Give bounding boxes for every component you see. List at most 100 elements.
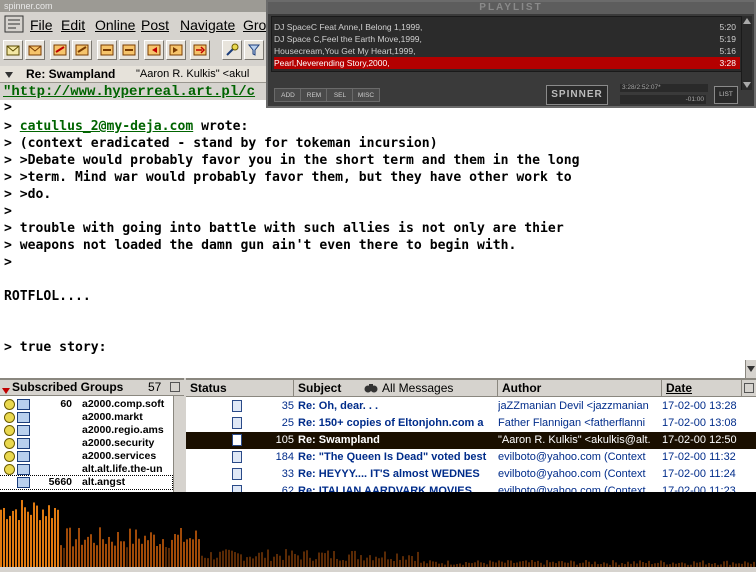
spectrum-bar xyxy=(177,534,179,567)
toolbar-button-5[interactable] xyxy=(97,40,117,60)
spectrum-bar xyxy=(528,562,530,567)
header-subject: Re: Swampland xyxy=(26,67,116,81)
reply-icon xyxy=(75,44,89,56)
playlist-track[interactable]: Housecream,You Get My Heart,1999, 5:16 xyxy=(274,45,740,57)
spectrum-bar xyxy=(738,563,740,567)
toolbar-button-8[interactable] xyxy=(166,40,186,60)
spectrum-bar xyxy=(471,563,473,567)
group-item[interactable]: a2000.services xyxy=(0,450,172,463)
menu-online[interactable]: Online xyxy=(95,17,135,33)
menu-edit[interactable]: Edit xyxy=(61,17,85,33)
collapse-arrow-icon[interactable] xyxy=(2,384,10,394)
column-status[interactable]: Status xyxy=(186,380,294,396)
groups-scrollbar[interactable] xyxy=(173,396,184,492)
spectrum-bar xyxy=(3,507,5,567)
scrollbar-down-arrow[interactable] xyxy=(745,360,756,378)
message-row[interactable]: 33 Re: HEYYY.... IT'S almost WEDNES evilbo… xyxy=(186,466,756,483)
envelope-icon xyxy=(6,45,20,56)
spectrum-bar xyxy=(0,509,2,567)
playlist-select-button[interactable]: SEL xyxy=(326,88,354,102)
menu-post[interactable]: Post xyxy=(141,17,169,33)
toolbar-button-11[interactable] xyxy=(244,40,264,60)
playlist-track[interactable]: DJ SpaceC Feat Anne,I Belong 1,1999, 5:20 xyxy=(274,21,740,33)
playlist-remove-button[interactable]: REM xyxy=(300,88,328,102)
spectrum-bar xyxy=(627,561,629,567)
spectrum-bar xyxy=(246,557,248,567)
binoculars-icon[interactable] xyxy=(364,382,378,394)
group-item[interactable]: alt.alt.life.the-un xyxy=(0,463,172,476)
toolbar-button-1[interactable] xyxy=(3,40,23,60)
message-row[interactable]: 184 Re: "The Queen Is Dead" voted best evi… xyxy=(186,449,756,466)
toolbar-button-10[interactable] xyxy=(222,40,242,60)
panel-menu-icon[interactable] xyxy=(170,382,180,392)
column-date[interactable]: Date xyxy=(662,380,742,396)
spectrum-bar xyxy=(315,559,317,567)
spectrum-bar xyxy=(585,560,587,567)
spectrum-bar xyxy=(654,563,656,567)
spectrum-bar xyxy=(645,563,647,567)
spectrum-bar xyxy=(396,553,398,567)
toolbar-button-2[interactable] xyxy=(25,40,45,60)
toolbar-button-3[interactable] xyxy=(50,40,70,60)
playlist-track[interactable]: DJ Space C,Feel the Earth Move,1999, 5:19 xyxy=(274,33,740,45)
message-row-selected[interactable]: 105 Re: Swampland "Aaron R. Kulkis" <akulk… xyxy=(186,432,756,449)
message-row[interactable]: 35 Re: Oh, dear. . . jaZZmanian Devil <jaz… xyxy=(186,398,756,415)
spectrum-bar xyxy=(465,561,467,567)
spectrum-bar xyxy=(180,527,182,567)
toolbar-button-6[interactable] xyxy=(119,40,139,60)
toolbar-button-7[interactable] xyxy=(144,40,164,60)
spectrum-bar xyxy=(318,552,320,567)
spectrum-bar xyxy=(249,556,251,567)
toolbar-button-9[interactable] xyxy=(190,40,210,60)
group-item[interactable]: a2000.markt xyxy=(0,411,172,424)
filter-label[interactable]: All Messages xyxy=(382,380,453,396)
spectrum-bar xyxy=(357,559,359,567)
spectrum-bar xyxy=(63,547,65,567)
menu-file[interactable]: File xyxy=(30,17,53,33)
group-item[interactable]: a2000.regio.ams xyxy=(0,424,172,437)
panel-menu-icon[interactable] xyxy=(744,383,754,393)
group-item-selected[interactable]: 5660 alt.angst xyxy=(0,475,173,490)
body-line: > xyxy=(4,204,12,219)
group-status-icon xyxy=(4,425,15,436)
column-author[interactable]: Author xyxy=(498,380,662,396)
message-url-link[interactable]: "http://www.hyperreal.art.pl/c xyxy=(3,84,255,100)
spectrum-bar xyxy=(483,562,485,567)
spectrum-bar xyxy=(501,561,503,567)
toolbar-button-4[interactable] xyxy=(72,40,92,60)
spectrum-bar xyxy=(525,560,527,567)
column-subject[interactable]: Subject All Messages xyxy=(294,380,498,396)
group-item[interactable]: 60 a2000.comp.soft xyxy=(0,398,172,411)
menu-navigate[interactable]: Navigate xyxy=(180,17,235,33)
groups-header: Subscribed Groups 57 xyxy=(0,380,184,396)
message-doc-icon xyxy=(232,400,242,412)
playlist-time-display: 3:28/2:52:07* xyxy=(620,84,708,92)
spectrum-bar xyxy=(258,552,260,567)
spectrum-bar xyxy=(21,500,23,567)
spectrum-bar xyxy=(276,553,278,567)
newsgroup-icon xyxy=(17,399,30,410)
group-item[interactable]: a2000.security xyxy=(0,437,172,450)
playlist-misc-button[interactable]: MISC xyxy=(352,88,380,102)
spectrum-bar xyxy=(417,551,419,567)
spectrum-bar xyxy=(54,507,56,567)
collapse-arrow-icon[interactable] xyxy=(4,69,14,79)
playlist-list-button[interactable]: LIST xyxy=(714,86,738,104)
spectrum-bar xyxy=(633,561,635,567)
body-line: > (context eradicated - stand by for tok… xyxy=(4,136,438,151)
spectrum-bar xyxy=(48,505,50,567)
spectrum-bar xyxy=(492,561,494,567)
spectrum-bar xyxy=(144,535,146,567)
spectrum-bar xyxy=(75,539,77,567)
spectrum-bar xyxy=(474,562,476,567)
playlist-scrollbar[interactable] xyxy=(741,16,752,90)
playlist-track-active[interactable]: Pearl,Neverending Story,2000, 3:28 xyxy=(274,57,740,69)
spectrum-bar xyxy=(78,527,80,567)
playlist-add-button[interactable]: ADD xyxy=(274,88,302,102)
spectrum-bar xyxy=(174,534,176,567)
author-email-link[interactable]: catullus_2@my-deja.com xyxy=(20,119,193,134)
spectrum-bar xyxy=(426,563,428,567)
body-line: > xyxy=(4,255,12,270)
menu-groups[interactable]: Gro xyxy=(243,17,266,33)
message-row[interactable]: 25 Re: 150+ copies of Eltonjohn.com a Fath… xyxy=(186,415,756,432)
